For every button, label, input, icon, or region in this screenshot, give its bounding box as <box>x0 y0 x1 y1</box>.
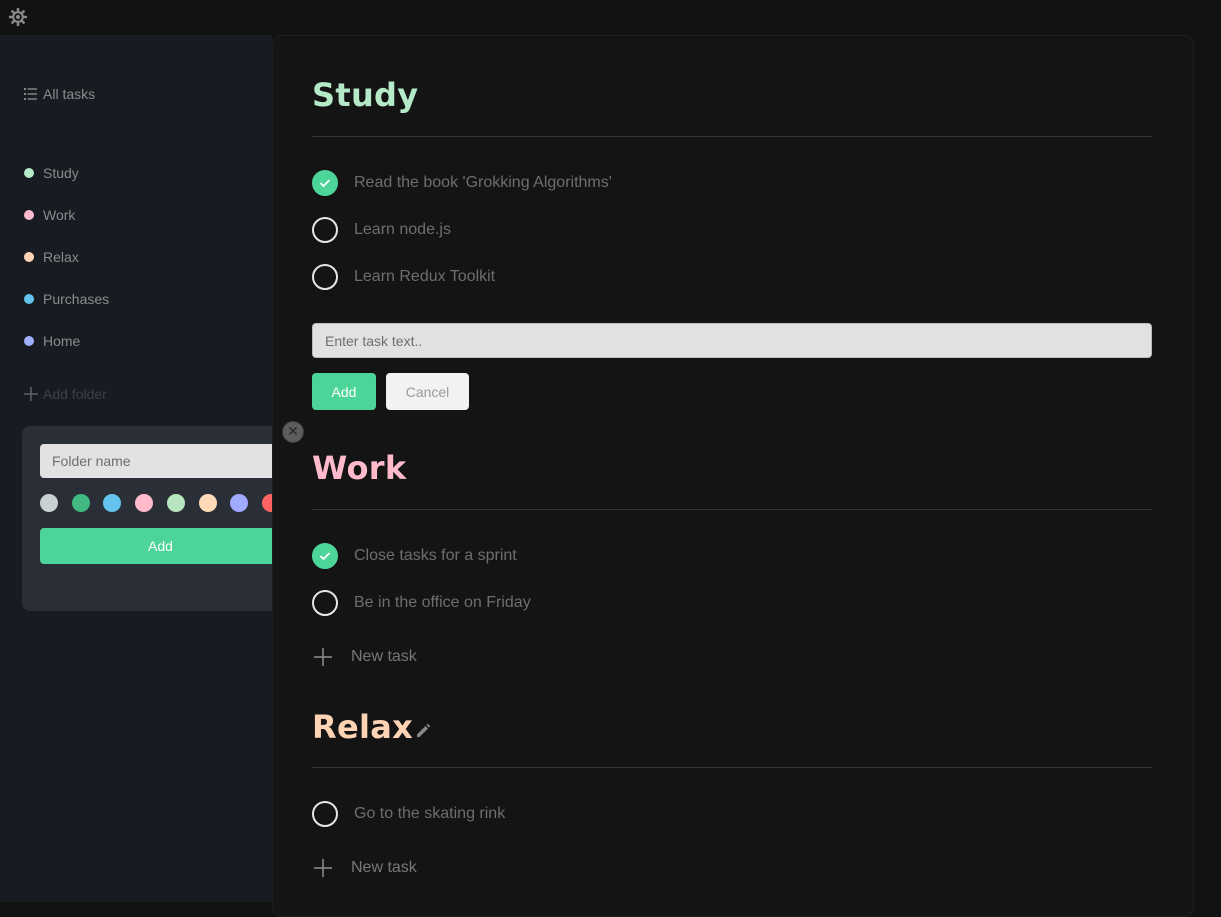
folder-label: Work <box>43 207 76 223</box>
pencil-icon[interactable] <box>414 722 432 740</box>
section-title-study: Study <box>312 76 419 114</box>
color-option-grey[interactable] <box>40 494 58 512</box>
sidebar-item-study[interactable]: Study <box>24 152 109 194</box>
checkmark-icon <box>319 179 331 188</box>
folder-color-dot <box>24 294 34 304</box>
new-task-label: New task <box>351 859 417 876</box>
gear-icon[interactable] <box>8 7 28 27</box>
top-bar <box>0 0 1221 35</box>
section-title-work: Work <box>312 449 407 487</box>
folder-name-input[interactable] <box>40 444 280 478</box>
task-item[interactable]: Close tasks for a sprint <box>312 543 517 569</box>
new-task-button[interactable]: New task <box>314 859 417 877</box>
new-task-button[interactable]: New task <box>314 648 417 666</box>
folder-color-dot <box>24 168 34 178</box>
add-task-button[interactable]: Add <box>312 373 376 410</box>
task-item[interactable]: Be in the office on Friday <box>312 590 531 616</box>
plus-icon <box>314 859 332 877</box>
task-text: Learn Redux Toolkit <box>354 268 496 285</box>
folder-label: Study <box>43 165 79 181</box>
color-option-blue[interactable] <box>103 494 122 512</box>
checkbox-unchecked[interactable] <box>312 264 338 290</box>
plus-icon <box>24 387 38 401</box>
divider <box>312 136 1152 137</box>
checkbox-unchecked[interactable] <box>312 217 338 243</box>
task-item[interactable]: Learn Redux Toolkit <box>312 264 495 290</box>
all-tasks-label: All tasks <box>43 86 96 102</box>
add-folder-popup: Add <box>22 426 298 611</box>
task-text-input[interactable] <box>312 323 1152 358</box>
task-text: Learn node.js <box>354 221 451 238</box>
new-task-label: New task <box>351 648 417 665</box>
sidebar-item-work[interactable]: Work <box>24 194 109 236</box>
task-text: Be in the office on Friday <box>354 594 531 611</box>
all-tasks-link[interactable]: All tasks <box>24 86 95 102</box>
task-text: Close tasks for a sprint <box>354 547 517 564</box>
color-option-light-green[interactable] <box>166 494 185 512</box>
color-option-lavender[interactable] <box>230 494 249 512</box>
checkbox-unchecked[interactable] <box>312 590 338 616</box>
add-folder-submit-button[interactable]: Add <box>40 528 281 564</box>
checkmark-icon <box>319 552 331 561</box>
add-folder-label: Add folder <box>43 386 107 402</box>
close-icon[interactable]: ✕ <box>282 421 304 443</box>
color-option-pink[interactable] <box>135 494 154 512</box>
task-text: Read the book 'Grokking Algorithms' <box>354 174 612 191</box>
plus-icon <box>314 648 332 666</box>
folder-label: Home <box>43 333 81 349</box>
divider <box>312 509 1152 510</box>
main-content <box>272 35 1194 917</box>
color-option-peach[interactable] <box>198 494 217 512</box>
task-item[interactable]: Learn node.js <box>312 217 451 243</box>
cancel-button[interactable]: Cancel <box>386 373 469 410</box>
checkbox-checked[interactable] <box>312 543 338 569</box>
task-item[interactable]: Go to the skating rink <box>312 801 505 827</box>
folder-list: Study Work Relax Purchases Home <box>24 152 109 362</box>
divider <box>312 767 1152 768</box>
task-text: Go to the skating rink <box>354 805 506 822</box>
color-picker <box>40 494 280 512</box>
task-item[interactable]: Read the book 'Grokking Algorithms' <box>312 170 612 196</box>
folder-color-dot <box>24 336 34 346</box>
sidebar-item-purchases[interactable]: Purchases <box>24 278 109 320</box>
folder-color-dot <box>24 252 34 262</box>
checkbox-unchecked[interactable] <box>312 801 338 827</box>
checkbox-checked[interactable] <box>312 170 338 196</box>
folder-label: Purchases <box>43 291 110 307</box>
folder-label: Relax <box>43 249 79 265</box>
sidebar-item-home[interactable]: Home <box>24 320 109 362</box>
sidebar-item-relax[interactable]: Relax <box>24 236 109 278</box>
list-icon <box>24 88 37 100</box>
add-folder-button[interactable]: Add folder <box>24 386 107 402</box>
color-option-green[interactable] <box>71 494 90 512</box>
folder-color-dot <box>24 210 34 220</box>
section-title-relax: Relax <box>312 708 414 746</box>
